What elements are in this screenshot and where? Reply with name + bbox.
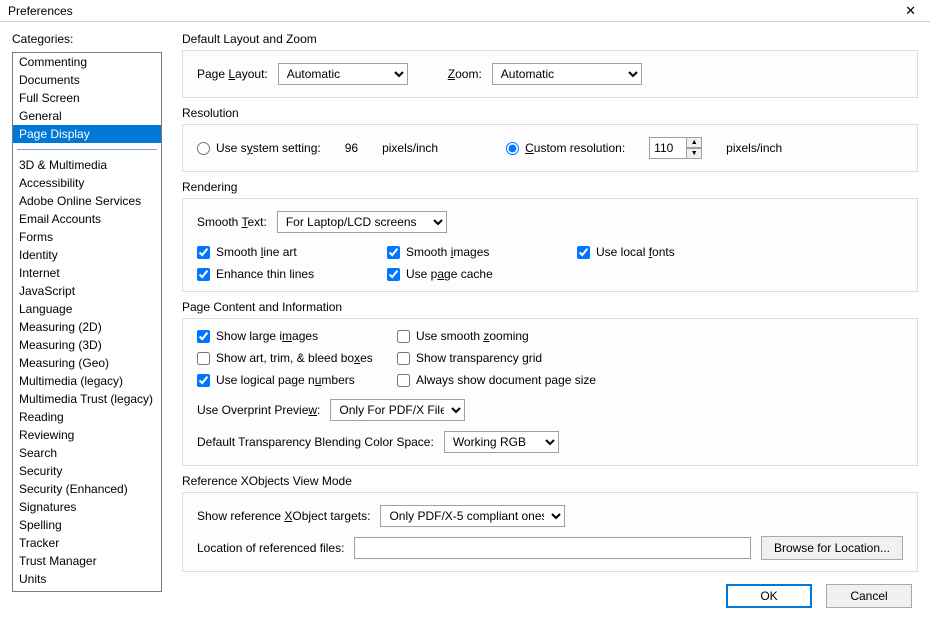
zoom-select[interactable]: Automatic: [492, 63, 642, 85]
use-smooth-zooming-label: Use smooth zooming: [416, 329, 529, 343]
category-item[interactable]: Tracker: [13, 534, 161, 552]
page-layout-label: Page Layout:: [197, 67, 268, 81]
location-referenced-field: [354, 537, 751, 559]
use-system-radio[interactable]: [197, 142, 210, 155]
category-item[interactable]: Page Display: [13, 125, 161, 143]
category-item[interactable]: Multimedia (legacy): [13, 372, 161, 390]
category-item[interactable]: Commenting: [13, 53, 161, 71]
use-smooth-zooming-checkbox[interactable]: [397, 330, 410, 343]
custom-resolution-label: Custom resolution:: [525, 141, 625, 155]
use-logical-pages-checkbox[interactable]: [197, 374, 210, 387]
show-ref-xobject-select[interactable]: Only PDF/X-5 compliant ones: [380, 505, 565, 527]
use-local-fonts-checkbox[interactable]: [577, 246, 590, 259]
group-title-layout-zoom: Default Layout and Zoom: [182, 32, 918, 46]
overprint-preview-select[interactable]: Only For PDF/X Files: [330, 399, 465, 421]
categories-list[interactable]: CommentingDocumentsFull ScreenGeneralPag…: [12, 52, 162, 592]
smooth-line-art-checkbox[interactable]: [197, 246, 210, 259]
group-layout-zoom: Default Layout and Zoom Page Layout: Aut…: [182, 32, 918, 98]
category-separator: [17, 149, 157, 150]
category-item[interactable]: Spelling: [13, 516, 161, 534]
category-item[interactable]: Email Accounts: [13, 210, 161, 228]
enhance-thin-lines-checkbox[interactable]: [197, 268, 210, 281]
ok-button[interactable]: OK: [726, 584, 812, 608]
show-transparency-grid-label: Show transparency grid: [416, 351, 542, 365]
smooth-images-label: Smooth images: [406, 245, 489, 259]
show-art-trim-checkbox[interactable]: [197, 352, 210, 365]
category-item[interactable]: Security: [13, 462, 161, 480]
zoom-label: Zoom:: [448, 67, 482, 81]
category-item[interactable]: Full Screen: [13, 89, 161, 107]
blending-space-label: Default Transparency Blending Color Spac…: [197, 435, 434, 449]
category-item[interactable]: Search: [13, 444, 161, 462]
category-item[interactable]: Units: [13, 570, 161, 588]
cancel-button[interactable]: Cancel: [826, 584, 912, 608]
group-resolution: Resolution Use system setting: 96 pixels…: [182, 106, 918, 172]
use-page-cache-label: Use page cache: [406, 267, 493, 281]
category-item[interactable]: General: [13, 107, 161, 125]
use-local-fonts-label: Use local fonts: [596, 245, 675, 259]
group-rendering: Rendering Smooth Text: For Laptop/LCD sc…: [182, 180, 918, 292]
show-transparency-grid-checkbox[interactable]: [397, 352, 410, 365]
use-page-cache-checkbox[interactable]: [387, 268, 400, 281]
category-item[interactable]: Security (Enhanced): [13, 480, 161, 498]
group-title-page-content: Page Content and Information: [182, 300, 918, 314]
smooth-images-checkbox[interactable]: [387, 246, 400, 259]
close-icon[interactable]: ✕: [899, 3, 922, 19]
show-large-images-label: Show large images: [216, 329, 318, 343]
show-art-trim-label: Show art, trim, & bleed boxes: [216, 351, 373, 365]
category-item[interactable]: Accessibility: [13, 174, 161, 192]
category-item[interactable]: Identity: [13, 246, 161, 264]
category-item[interactable]: Internet: [13, 264, 161, 282]
category-item[interactable]: Language: [13, 300, 161, 318]
system-dpi-value: 96: [345, 141, 358, 155]
category-item[interactable]: Trust Manager: [13, 552, 161, 570]
pixels-inch-label-2: pixels/inch: [726, 141, 782, 155]
group-page-content: Page Content and Information Show large …: [182, 300, 918, 466]
category-item[interactable]: Documents: [13, 71, 161, 89]
always-show-doc-size-checkbox[interactable]: [397, 374, 410, 387]
spinner-up-icon[interactable]: ▲: [686, 137, 702, 148]
category-item[interactable]: JavaScript: [13, 282, 161, 300]
dialog-footer: OK Cancel: [726, 584, 912, 608]
group-title-rendering: Rendering: [182, 180, 918, 194]
overprint-preview-label: Use Overprint Preview:: [197, 403, 320, 417]
group-title-xobjects: Reference XObjects View Mode: [182, 474, 918, 488]
spinner-down-icon[interactable]: ▼: [686, 148, 702, 159]
blending-space-select[interactable]: Working RGB: [444, 431, 559, 453]
always-show-doc-size-label: Always show document page size: [416, 373, 596, 387]
smooth-line-art-label: Smooth line art: [216, 245, 297, 259]
use-system-label: Use system setting:: [216, 141, 321, 155]
category-item[interactable]: Measuring (Geo): [13, 354, 161, 372]
category-item[interactable]: Multimedia Trust (legacy): [13, 390, 161, 408]
enhance-thin-lines-label: Enhance thin lines: [216, 267, 314, 281]
custom-resolution-spinner[interactable]: ▲ ▼: [649, 137, 702, 159]
category-item[interactable]: Reviewing: [13, 426, 161, 444]
custom-resolution-input[interactable]: [649, 137, 687, 159]
titlebar: Preferences ✕: [0, 0, 930, 22]
group-xobjects: Reference XObjects View Mode Show refere…: [182, 474, 918, 572]
category-item[interactable]: Measuring (3D): [13, 336, 161, 354]
use-logical-pages-label: Use logical page numbers: [216, 373, 355, 387]
smooth-text-select[interactable]: For Laptop/LCD screens: [277, 211, 447, 233]
custom-resolution-radio[interactable]: [506, 142, 519, 155]
browse-location-button[interactable]: Browse for Location...: [761, 536, 903, 560]
category-item[interactable]: 3D & Multimedia: [13, 156, 161, 174]
group-title-resolution: Resolution: [182, 106, 918, 120]
page-layout-select[interactable]: Automatic: [278, 63, 408, 85]
category-item[interactable]: Measuring (2D): [13, 318, 161, 336]
categories-label: Categories:: [12, 32, 162, 46]
location-referenced-label: Location of referenced files:: [197, 541, 344, 555]
show-large-images-checkbox[interactable]: [197, 330, 210, 343]
pixels-inch-label-1: pixels/inch: [382, 141, 438, 155]
category-item[interactable]: Reading: [13, 408, 161, 426]
show-ref-xobject-label: Show reference XObject targets:: [197, 509, 370, 523]
smooth-text-label: Smooth Text:: [197, 215, 267, 229]
category-item[interactable]: Signatures: [13, 498, 161, 516]
category-item[interactable]: Adobe Online Services: [13, 192, 161, 210]
window-title: Preferences: [8, 4, 73, 18]
category-item[interactable]: Forms: [13, 228, 161, 246]
